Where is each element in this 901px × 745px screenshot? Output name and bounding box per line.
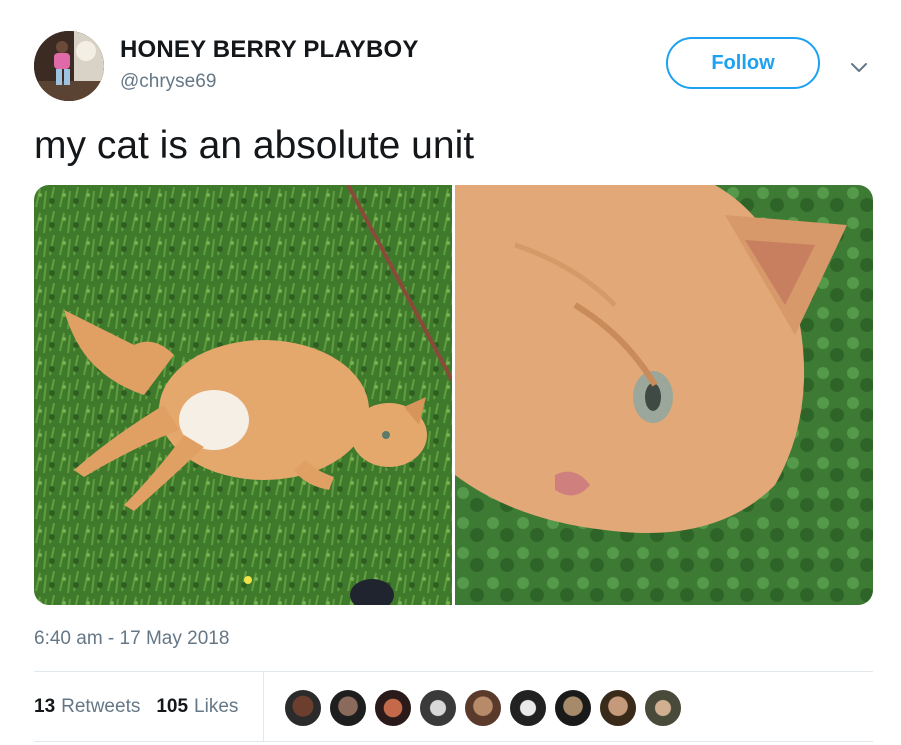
liker-avatar[interactable] [554,689,592,727]
retweets-stat[interactable]: 13 Retweets [34,696,140,718]
follow-button[interactable]: Follow [666,37,820,89]
divider-top [34,671,873,672]
liker-avatar[interactable] [644,689,682,727]
retweets-label: Retweets [61,696,141,717]
likes-stat[interactable]: 105 Likes [156,696,238,718]
tweet-stats: 13 Retweets 105 Likes [34,696,238,718]
liker-avatar[interactable] [374,689,412,727]
liker-avatar[interactable] [464,689,502,727]
author-avatar[interactable] [34,31,104,101]
divider-bottom [34,741,873,742]
author-handle[interactable]: @chryse69 [120,71,216,93]
likes-count: 105 [156,696,189,717]
likes-label: Likes [194,696,239,717]
media-photo-cat-lying-on-grass[interactable] [34,185,452,605]
tweet-text: my cat is an absolute unit [34,124,475,167]
retweets-count: 13 [34,696,56,717]
chevron-down-icon[interactable] [847,55,871,79]
liker-avatar[interactable] [509,689,547,727]
author-display-name[interactable]: HONEY BERRY PLAYBOY [120,36,419,64]
tweet-timestamp[interactable]: 6:40 am - 17 May 2018 [34,628,229,650]
liker-avatar[interactable] [419,689,457,727]
stats-separator [263,672,264,742]
liker-avatar[interactable] [284,689,322,727]
liker-avatar[interactable] [329,689,367,727]
tweet-media [34,185,873,605]
liker-avatar[interactable] [599,689,637,727]
liker-avatars [284,689,682,727]
media-photo-cat-face-closeup[interactable] [455,185,873,605]
